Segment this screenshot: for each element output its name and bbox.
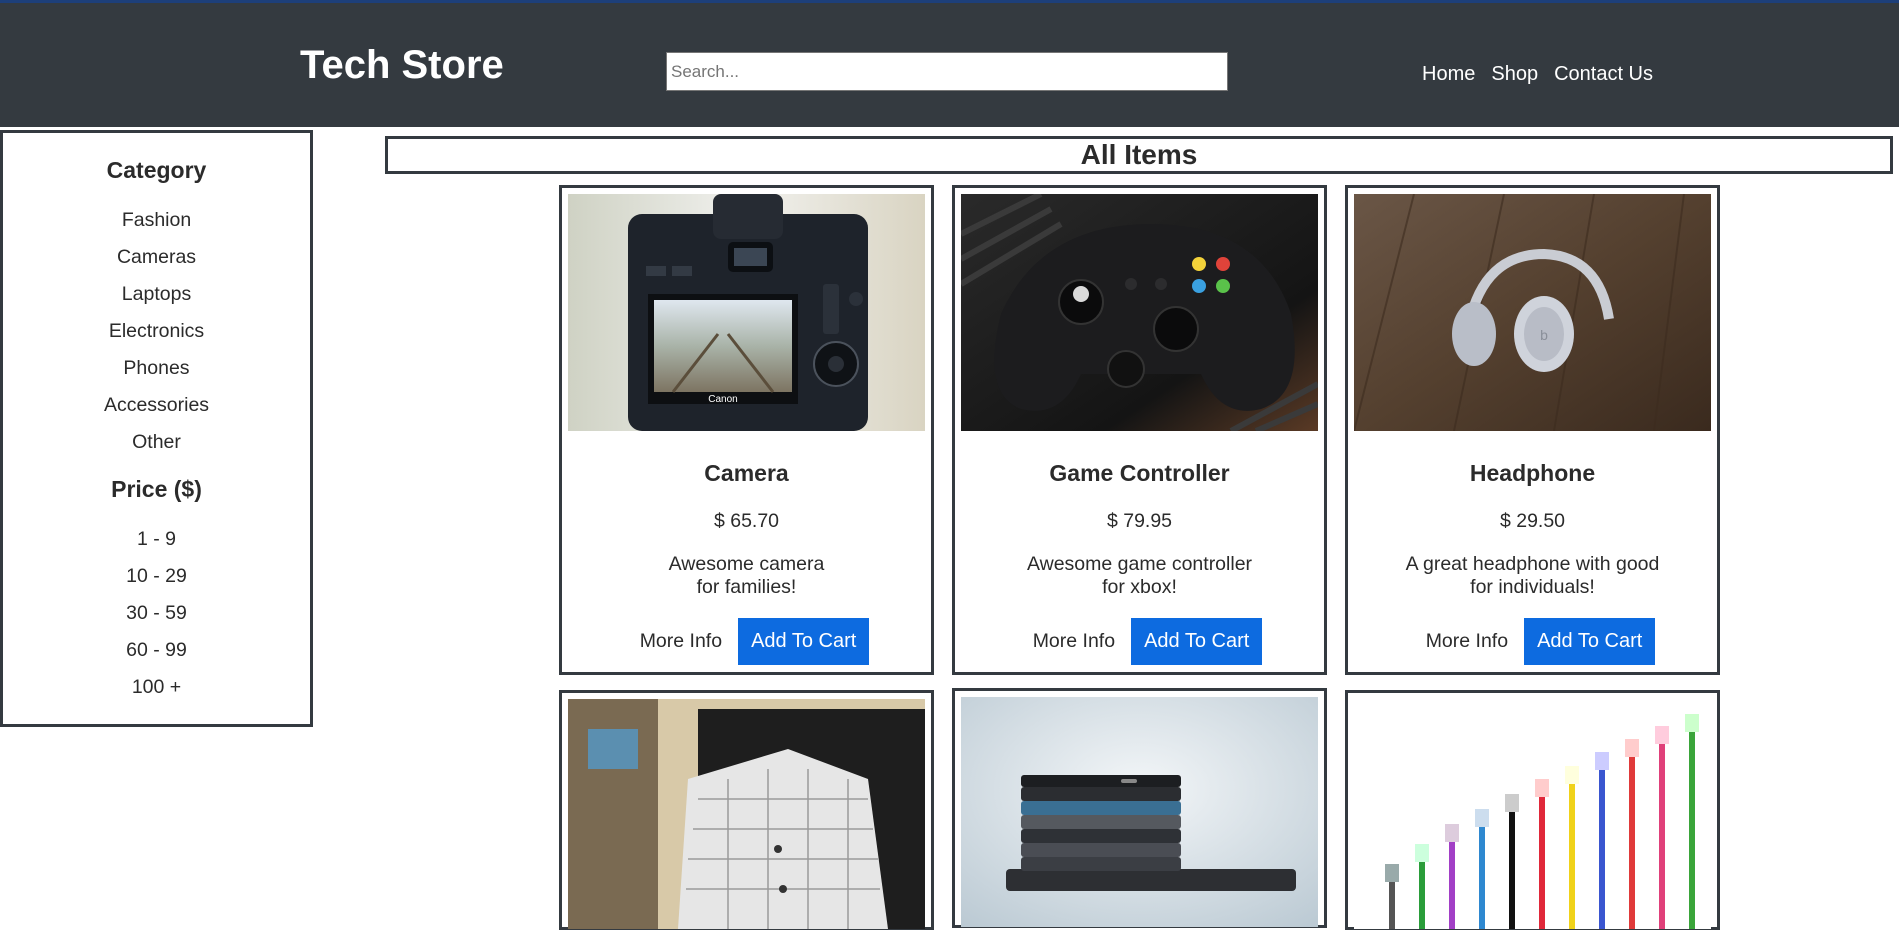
product-description: Awesome game controller for xbox! bbox=[1026, 553, 1253, 598]
nav-shop-link[interactable]: Shop bbox=[1491, 63, 1538, 86]
page-title: All Items bbox=[385, 136, 1893, 174]
more-info-link[interactable]: More Info bbox=[1017, 630, 1131, 653]
product-title: Camera bbox=[704, 460, 789, 486]
category-list: Fashion Cameras Laptops Electronics Phon… bbox=[3, 202, 310, 461]
phones-stack-image[interactable] bbox=[961, 697, 1318, 927]
filter-sidebar: Category Fashion Cameras Laptops Electro… bbox=[0, 130, 313, 727]
price-range-60-99[interactable]: 60 - 99 bbox=[3, 632, 310, 669]
nav-contact-link[interactable]: Contact Us bbox=[1554, 63, 1653, 86]
price-range-10-29[interactable]: 10 - 29 bbox=[3, 558, 310, 595]
price-range-1-9[interactable]: 1 - 9 bbox=[3, 521, 310, 558]
game-controller-image[interactable] bbox=[961, 194, 1318, 431]
add-to-cart-button[interactable]: Add To Cart bbox=[1131, 618, 1263, 665]
add-to-cart-button[interactable]: Add To Cart bbox=[738, 618, 870, 665]
product-description: Awesome camera for families! bbox=[668, 553, 825, 598]
product-price: $ 65.70 bbox=[713, 510, 780, 532]
category-item-fashion[interactable]: Fashion bbox=[3, 202, 310, 239]
more-info-link[interactable]: More Info bbox=[624, 630, 738, 653]
category-heading: Category bbox=[106, 157, 207, 183]
svg-text:b: b bbox=[1540, 327, 1548, 343]
product-title: Headphone bbox=[1469, 460, 1596, 486]
brand-title[interactable]: Tech Store bbox=[300, 43, 504, 88]
product-price: $ 79.95 bbox=[1106, 510, 1173, 532]
product-actions: More Info Add To Cart bbox=[955, 618, 1324, 665]
product-card-phones bbox=[952, 688, 1327, 928]
shirt-image[interactable] bbox=[568, 699, 925, 929]
product-actions: More Info Add To Cart bbox=[562, 618, 931, 665]
top-navbar: Tech Store Home Shop Contact Us bbox=[0, 0, 1899, 130]
cables-image[interactable] bbox=[1354, 699, 1711, 929]
category-item-phones[interactable]: Phones bbox=[3, 350, 310, 387]
price-range-100-plus[interactable]: 100 + bbox=[3, 669, 310, 706]
headphone-image[interactable]: b bbox=[1354, 194, 1711, 431]
price-heading: Price ($) bbox=[111, 476, 202, 502]
add-to-cart-button[interactable]: Add To Cart bbox=[1524, 618, 1656, 665]
product-title: Game Controller bbox=[1049, 460, 1230, 486]
product-card-shirt bbox=[559, 690, 934, 930]
product-card-cables bbox=[1345, 690, 1720, 930]
svg-text:Canon: Canon bbox=[708, 394, 737, 405]
price-range-30-59[interactable]: 30 - 59 bbox=[3, 595, 310, 632]
search-input[interactable] bbox=[666, 52, 1228, 91]
product-card-headphone: b Headphone $ 29.50 A great headphone wi… bbox=[1345, 185, 1720, 675]
category-item-cameras[interactable]: Cameras bbox=[3, 239, 310, 276]
category-item-laptops[interactable]: Laptops bbox=[3, 276, 310, 313]
more-info-link[interactable]: More Info bbox=[1410, 630, 1524, 653]
product-price: $ 29.50 bbox=[1499, 510, 1566, 532]
category-item-accessories[interactable]: Accessories bbox=[3, 387, 310, 424]
category-item-electronics[interactable]: Electronics bbox=[3, 313, 310, 350]
main-nav: Home Shop Contact Us bbox=[1422, 63, 1653, 86]
product-card-game-controller: Game Controller $ 79.95 Awesome game con… bbox=[952, 185, 1327, 675]
product-actions: More Info Add To Cart bbox=[1348, 618, 1717, 665]
price-range-list: 1 - 9 10 - 29 30 - 59 60 - 99 100 + bbox=[3, 521, 310, 706]
category-item-other[interactable]: Other bbox=[3, 424, 310, 461]
product-description: A great headphone with good for individu… bbox=[1405, 553, 1660, 598]
nav-home-link[interactable]: Home bbox=[1422, 63, 1475, 86]
camera-image[interactable]: Canon bbox=[568, 194, 925, 431]
product-card-camera: Canon Camera $ 65.70 Awesome camera for … bbox=[559, 185, 934, 675]
